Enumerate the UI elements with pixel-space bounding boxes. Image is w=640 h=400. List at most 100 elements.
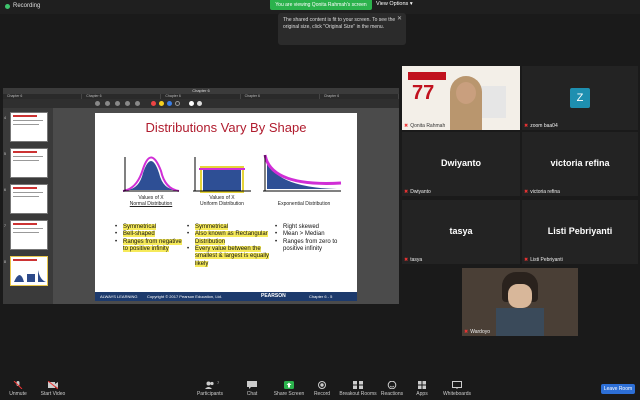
participant-tile-video[interactable]: 77 ✖ Qonita Rahmah (402, 66, 520, 130)
distribution-label: Normal Distribution (129, 200, 173, 207)
slide-thumbnail[interactable] (10, 112, 48, 142)
slide-thumbnail[interactable] (10, 184, 48, 214)
text-icon (125, 101, 130, 106)
view-options-button[interactable]: View Options ▾ (376, 1, 413, 7)
thumbnail-number: 5 (4, 152, 6, 156)
logo-graphic (480, 86, 506, 118)
footer-copyright: Copyright © 2017 Pearson Education, Ltd. (147, 294, 222, 299)
thumbnail-number: 4 (4, 116, 6, 120)
slide: Distributions Vary By Shape Values of X … (95, 113, 357, 301)
bullet-item: Right skewed (283, 224, 320, 230)
slide-thumbnail[interactable] (10, 148, 48, 178)
participant-tile[interactable]: Listi Pebriyanti ✖ Listi Pebriyanti (522, 200, 638, 264)
video-off-icon (48, 381, 58, 389)
shape-icon (135, 101, 140, 106)
banner-graphic (408, 72, 446, 80)
bullet-item: Symmetrical (123, 224, 157, 230)
slide-thumbnails: 4 5 6 7 8 (3, 108, 53, 304)
shared-screen: Chapter 6 Chapter 6 Chapter 6 Chapter 6 … (3, 88, 400, 304)
bullet-item: Mean > Median (283, 231, 325, 238)
recording-dot-icon (5, 3, 10, 9)
viewing-screen-banner: You are viewing Qonita Rahmah's screen (270, 0, 372, 10)
bullet-item: Ranges from negative to positive infinit… (123, 238, 182, 252)
whiteboard-icon (452, 381, 462, 389)
uniform-bullets: Symmetrical Also known as Rectangular Di… (187, 224, 271, 268)
bullet-item: Every value between the smallest & large… (195, 245, 270, 267)
bullet-item: Bell-shaped (123, 231, 155, 238)
participant-name: Listi Pebriyanti (530, 257, 563, 263)
color-yellow-icon (159, 101, 164, 106)
participants-button[interactable]: Participants 7 (190, 380, 230, 397)
marker-icon (105, 101, 110, 106)
slide-footer: ALWAYS LEARNING Copyright © 2017 Pearson… (95, 292, 357, 301)
avatar-face (508, 284, 532, 308)
avatar: Z (570, 88, 590, 108)
participant-tile-video[interactable]: ✖ Wardoyo (462, 268, 578, 336)
participant-tile[interactable]: tasya ✖ tasya (402, 200, 520, 264)
bullet-item: Also known as Rectangular Distribution (195, 231, 268, 245)
footer-brand: PEARSON (261, 293, 286, 299)
participant-name: Qonita Rahmah (410, 123, 446, 129)
slide-thumbnail[interactable] (10, 220, 48, 250)
participant-name: tasya (410, 257, 423, 263)
bullet-item: Symmetrical (195, 224, 229, 230)
participant-name: Dwiyanto (410, 189, 431, 195)
close-icon[interactable]: ✕ (397, 15, 402, 24)
share-screen-icon (284, 381, 294, 389)
avatar-face (456, 82, 476, 104)
participant-name: victoria refina (530, 189, 560, 195)
thumbnail-number: 7 (4, 224, 6, 228)
thumbnail-number: 8 (4, 260, 6, 264)
apps-icon (418, 381, 426, 389)
color-red-icon (151, 101, 156, 106)
footer-page: Chapter 6 - 5 (309, 294, 333, 299)
recording-indicator[interactable]: Recording (5, 3, 40, 9)
breakout-rooms-icon (353, 381, 363, 389)
bullet-item: Ranges from zero to positive infinity (283, 238, 338, 252)
distribution-label: Exponential Distribution (277, 201, 331, 207)
normal-distribution-graphic (122, 156, 180, 192)
slide-canvas: Distributions Vary By Shape Values of X … (53, 108, 399, 304)
participant-display-name: victoria refina (550, 158, 610, 168)
eraser-icon (115, 101, 120, 106)
color-white-icon (189, 101, 194, 106)
participant-display-name: Dwiyanto (440, 158, 481, 168)
chat-button[interactable]: Chat (232, 381, 272, 397)
uniform-caption: Values of X Uniform Distribution (189, 195, 255, 208)
reactions-icon (387, 381, 397, 389)
meeting-controls: Unmute Start Video Participants 7 Chat S… (0, 376, 640, 400)
start-video-button[interactable]: Start Video (33, 381, 73, 397)
participant-tile[interactable]: Dwiyanto ✖ Dwiyanto (402, 132, 520, 196)
apps-button[interactable]: Apps (402, 381, 442, 397)
participant-tile[interactable]: victoria refina ✖ victoria refina (522, 132, 638, 196)
exponential-distribution-graphic (263, 154, 342, 192)
top-bar: Recording You are viewing Qonita Rahmah'… (0, 0, 640, 14)
slide-thumbnail-selected[interactable] (10, 256, 48, 286)
fit-screen-tooltip: The shared content is fit to your screen… (278, 13, 406, 45)
color-black-icon (175, 101, 180, 106)
slide-title: Distributions Vary By Shape (145, 120, 307, 135)
exponential-bullets: Right skewed Mean > Median Ranges from z… (275, 224, 351, 253)
participant-name: zoom baa04 (530, 123, 558, 129)
recording-label: Recording (13, 3, 41, 9)
footer-tagline: ALWAYS LEARNING (100, 294, 138, 299)
tooltip-text: The shared content is fit to your screen… (283, 17, 396, 31)
size-icon (197, 101, 202, 106)
uniform-distribution-graphic (193, 157, 251, 193)
participant-display-name: Listi Pebriyanti (547, 226, 613, 236)
participant-display-name: tasya (449, 226, 473, 236)
leave-room-button[interactable]: Leave Room (601, 384, 635, 394)
pen-icon (95, 101, 100, 106)
normal-caption: Values of X Normal Distribution (119, 195, 183, 208)
participants-icon (205, 381, 214, 389)
emblem-graphic: 77 (412, 82, 435, 104)
whiteboards-button[interactable]: Whiteboards (437, 381, 477, 397)
normal-bullets: Symmetrical Bell-shaped Ranges from nega… (115, 224, 185, 253)
annotation-toolbar (3, 99, 399, 108)
distribution-label: Uniform Distribution (200, 200, 244, 207)
participants-count: 7 (217, 380, 220, 385)
mic-muted-icon (13, 381, 23, 389)
record-button[interactable]: Record (302, 381, 342, 397)
color-blue-icon (167, 101, 172, 106)
participant-tile[interactable]: Z ✖ zoom baa04 (522, 66, 638, 130)
